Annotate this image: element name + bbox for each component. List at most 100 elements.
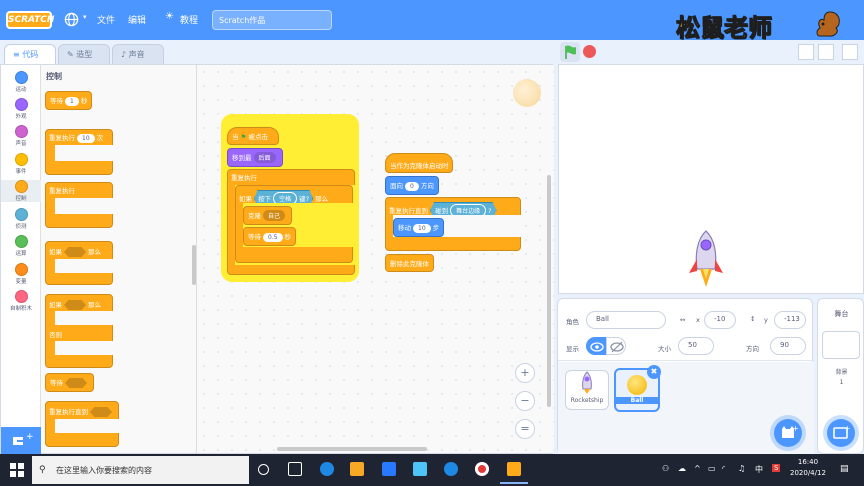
taskbar-search-input[interactable]: 在这里输入你要搜索的内容 (32, 456, 249, 484)
category-control[interactable]: 控制 (1, 180, 41, 202)
edit-menu[interactable]: 编辑 (128, 13, 146, 26)
sprite-properties: 角色 Ball ↔ x -10 ↕ y -113 显示 大小 50 方向 90 (558, 299, 814, 361)
add-sprite-button[interactable]: + (774, 419, 802, 447)
cat-plus-icon: + (782, 424, 799, 438)
speaker-icon: ♪ (121, 50, 129, 59)
size-input[interactable]: 50 (678, 337, 714, 355)
else-label: 否则 (49, 331, 62, 339)
add-backdrop-button[interactable]: + (827, 419, 855, 447)
store-icon[interactable] (382, 462, 396, 476)
wait-block-script[interactable]: 等待 0.5 秒 (243, 227, 297, 246)
y-label: y (764, 316, 768, 324)
category-sensing[interactable]: 侦测 (1, 208, 41, 230)
delete-sprite-icon[interactable]: ✖ (647, 365, 661, 379)
green-flag-button[interactable] (560, 42, 580, 62)
task-view-icon[interactable] (288, 462, 302, 476)
category-dot (14, 180, 28, 193)
volume-icon[interactable]: ♫ (738, 464, 745, 473)
category-dot (14, 125, 28, 138)
y-input[interactable]: -113 (774, 311, 806, 329)
globe-icon[interactable] (64, 12, 79, 27)
sogou-icon[interactable]: S (772, 464, 781, 472)
network-icon[interactable]: ▭ (708, 464, 716, 473)
stage-canvas[interactable] (558, 64, 864, 294)
rocketship-sprite[interactable] (685, 229, 727, 291)
move-steps-block[interactable]: 移动 10 步 (393, 218, 445, 237)
taskbar-clock[interactable]: 16:40 2020/4/12 (790, 457, 826, 479)
when-flag-clicked-block[interactable]: 当 ⚑ 被点击 (227, 127, 279, 145)
cortana-icon[interactable] (258, 464, 269, 475)
lightbulb-icon[interactable]: ☀ (165, 11, 174, 22)
vertical-scrollbar[interactable] (547, 175, 551, 407)
wait-until-block[interactable]: 等待 (45, 373, 94, 392)
zoom-out-button[interactable]: − (515, 391, 535, 411)
category-myblocks[interactable]: 自制积木 (1, 290, 41, 312)
project-title-input[interactable]: Scratch作品 (212, 10, 332, 30)
large-stage-button[interactable] (818, 44, 834, 60)
editor-tabs: ≡ 代码 ✎ 造型 ♪ 声音 (0, 40, 560, 64)
tab-sounds[interactable]: ♪ 声音 (112, 44, 164, 64)
wifi-icon[interactable]: ◜ (722, 464, 725, 473)
menu-bar: SCRATCH ▾ 文件 编辑 ☀ 教程 Scratch作品 松鼠老师 (0, 0, 864, 43)
x-input[interactable]: -10 (704, 311, 736, 329)
tab-costumes[interactable]: ✎ 造型 (58, 44, 110, 64)
category-variables[interactable]: 变量 (1, 263, 41, 285)
file-menu[interactable]: 文件 (97, 13, 115, 26)
delete-clone-block[interactable]: 删除此克隆体 (385, 254, 434, 272)
small-stage-button[interactable] (798, 44, 814, 60)
file-explorer-icon[interactable] (350, 462, 364, 476)
stage-thumbnail[interactable] (822, 331, 860, 359)
ime-indicator[interactable]: 中 (755, 464, 763, 475)
svg-text:+: + (26, 432, 34, 442)
edge-icon[interactable] (320, 462, 334, 476)
windows-start-icon[interactable] (10, 463, 24, 477)
go-to-layer-block[interactable]: 移到最 后面 (227, 148, 283, 167)
cloud-icon[interactable]: ☁ (678, 464, 686, 473)
clock-time: 16:40 (797, 458, 819, 466)
x-arrow-icon: ↔ (680, 316, 686, 324)
fullscreen-button[interactable] (842, 44, 858, 60)
tab-code[interactable]: ≡ 代码 (4, 44, 56, 64)
sprite-thumb-rocketship[interactable]: Rocketship (565, 370, 609, 410)
palette-scrollbar[interactable] (192, 245, 196, 285)
sprite-info-panel: 角色 Ball ↔ x -10 ↕ y -113 显示 大小 50 方向 90 … (557, 298, 814, 454)
recorder-icon[interactable] (475, 462, 489, 476)
category-dot (14, 71, 28, 84)
code-icon: ≡ (13, 50, 23, 59)
tutorials-menu[interactable]: 教程 (180, 13, 198, 26)
show-sprite-toggle[interactable] (586, 337, 606, 355)
notification-icon[interactable]: ▤ (840, 464, 849, 474)
direction-input[interactable]: 90 (770, 337, 806, 355)
category-motion[interactable]: 运动 (1, 71, 41, 93)
chevron-up-icon[interactable]: ^ (694, 464, 701, 473)
category-operators[interactable]: 运算 (1, 235, 41, 257)
zoom-in-button[interactable]: + (515, 363, 535, 383)
category-events[interactable]: 事件 (1, 153, 41, 175)
horizontal-scrollbar[interactable] (277, 447, 427, 451)
add-extension-button[interactable]: + (1, 427, 41, 454)
chevron-down-icon[interactable]: ▾ (83, 13, 87, 21)
user-icon[interactable]: ⚇ (662, 464, 669, 473)
stop-button[interactable] (583, 45, 596, 58)
mail-icon[interactable] (413, 462, 427, 476)
ie-icon[interactable] (444, 462, 458, 476)
script-area: 当 ⚑ 被点击 移到最 后面 重复执行 如果 按下 空格 键? 那么 克隆 自己 等待 0… (197, 65, 554, 453)
scratch-app-icon[interactable] (507, 462, 521, 476)
sprite-ghost-ball (513, 79, 541, 107)
point-direction-block[interactable]: 面向 0 方向 (385, 176, 439, 195)
zoom-reset-button[interactable]: = (515, 419, 535, 439)
squirrel-icon (816, 11, 840, 37)
create-clone-block[interactable]: 克隆 自己 (243, 206, 293, 225)
category-sound[interactable]: 声音 (1, 125, 41, 147)
stage-selector[interactable]: 舞台 背景 1 + (817, 298, 864, 454)
wait-block[interactable]: 等待 1 秒 (45, 91, 93, 110)
sprite-name-input[interactable]: Ball (586, 311, 666, 329)
repeat-block-label: 重复执行 10 次 (49, 134, 104, 143)
rocketship-thumb-icon (582, 371, 592, 394)
category-looks[interactable]: 外观 (1, 98, 41, 120)
scratch-logo[interactable]: SCRATCH (6, 11, 54, 29)
when-clone-starts-block[interactable]: 当作为克隆体启动时 (385, 153, 453, 173)
hide-sprite-toggle[interactable] (606, 337, 626, 355)
green-flag-icon (565, 45, 576, 59)
stage-title: 舞台 (834, 310, 849, 318)
